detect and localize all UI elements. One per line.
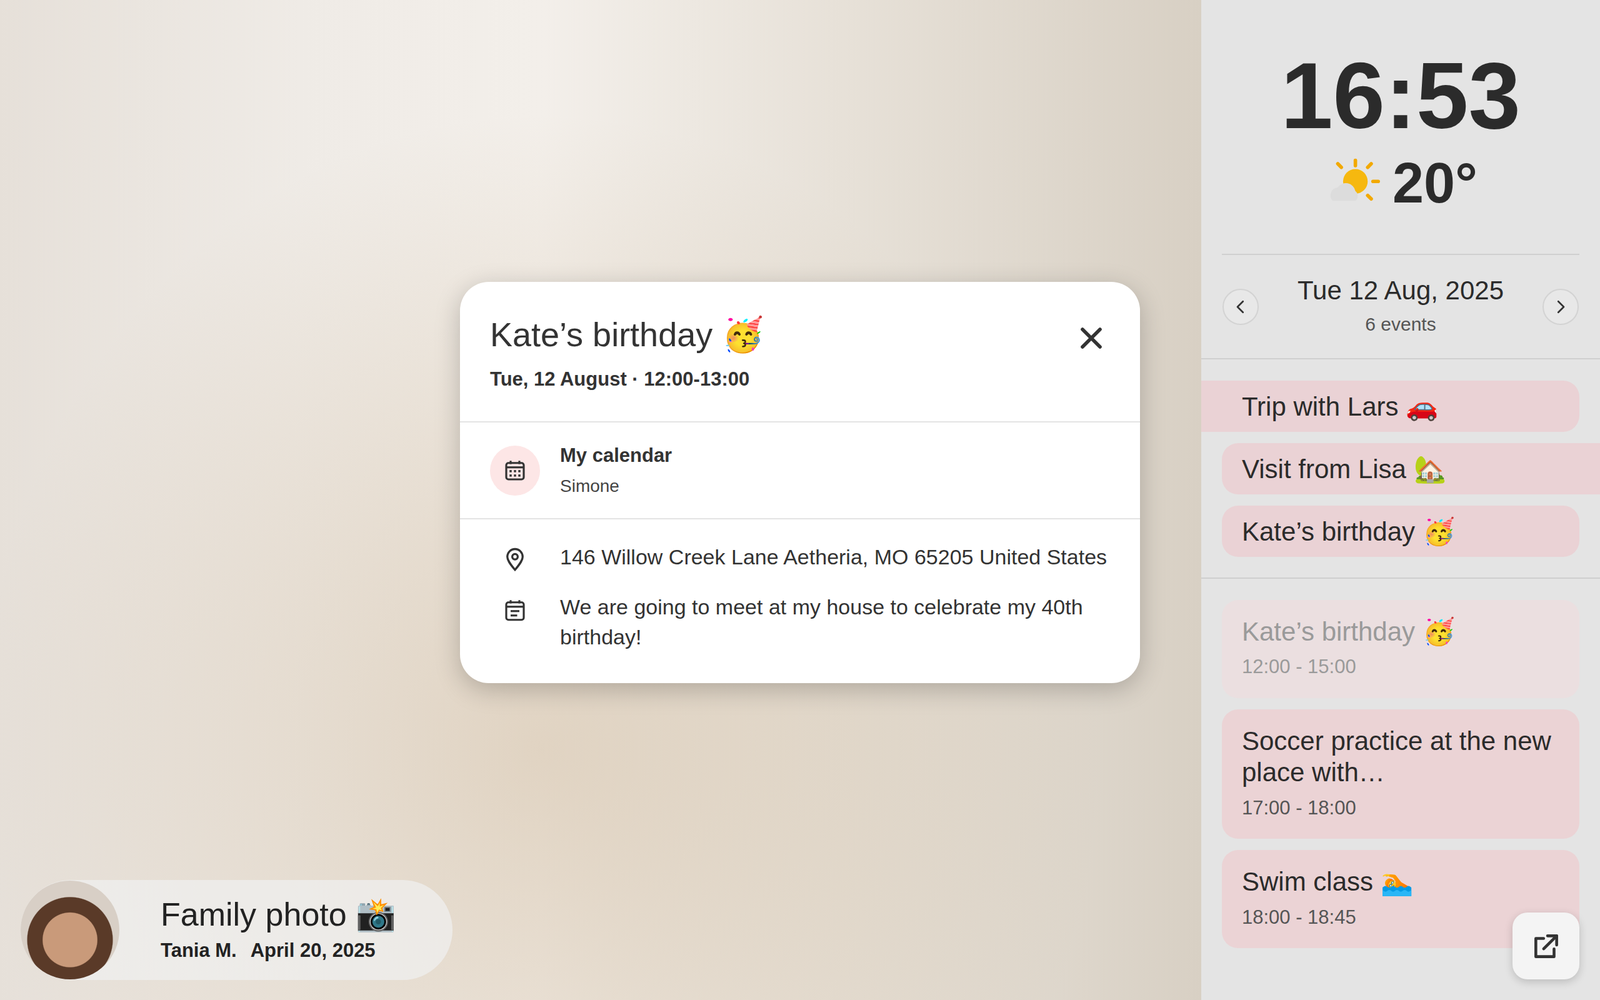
chevron-right-icon: [1551, 297, 1570, 317]
event-description: We are going to meet at my house to cele…: [560, 591, 1110, 653]
open-external-button[interactable]: [1512, 912, 1580, 980]
photo-meta: Tania M. April 20, 2025: [160, 936, 397, 966]
caption-text: Family photo 📸Tania M. April 20, 2025: [160, 895, 397, 966]
photo-author: Tania M.: [160, 936, 237, 966]
event-title: Trip with Lars 🚗: [1241, 386, 1439, 427]
calendar-icon-badge: [490, 445, 540, 496]
external-link-icon: [1530, 930, 1562, 962]
previous-day-button[interactable]: [1222, 288, 1259, 325]
sun-cloud-icon: [1323, 155, 1380, 212]
temperature: 20°: [1392, 155, 1478, 212]
event-time: 12:00 - 15:00: [1241, 652, 1560, 682]
popup-header: Kate’s birthday 🥳 Tue, 12 August · 12:00-…: [460, 281, 1140, 422]
close-icon: [1076, 323, 1107, 354]
location-pin-icon: [501, 546, 529, 574]
clock-widget: 16:53 20°: [1221, 0, 1580, 255]
timed-events: Kate’s birthday 🥳 12:00 - 15:00 Soccer pra…: [1201, 578, 1600, 970]
popup-title: Kate’s birthday 🥳: [490, 314, 764, 355]
notes-icon: [501, 596, 529, 624]
all-day-events: Trip with Lars 🚗 Visit from Lisa 🏡 Kate’s …: [1201, 359, 1600, 579]
popup-time: Tue, 12 August · 12:00-13:00: [490, 365, 764, 395]
close-button[interactable]: [1072, 319, 1110, 357]
event-card[interactable]: Kate’s birthday 🥳 12:00 - 15:00: [1221, 600, 1580, 699]
location-icon-slot: [490, 541, 540, 574]
event-popup: Kate’s birthday 🥳 Tue, 12 August · 12:00-…: [460, 281, 1140, 684]
photo-caption: Family photo 📸Tania M. April 20, 2025: [20, 880, 453, 980]
day-date: Tue 12 Aug, 2025: [1297, 275, 1504, 307]
calendar-owner: Simone: [560, 473, 672, 500]
author-avatar: [20, 880, 120, 980]
all-day-event[interactable]: Trip with Lars 🚗: [1201, 380, 1580, 432]
next-day-button[interactable]: [1542, 288, 1579, 325]
event-location: 146 Willow Creek Lane Aetheria, MO 65205…: [560, 541, 1107, 572]
calendar-name: My calendar: [560, 441, 672, 471]
photo-date: April 20, 2025: [250, 936, 376, 966]
event-time: 18:00 - 18:45: [1241, 903, 1560, 933]
calendar-info: My calendarSimone: [560, 441, 672, 500]
location-row: 146 Willow Creek Lane Aetheria, MO 65205…: [490, 541, 1110, 574]
event-title: Visit from Lisa 🏡: [1241, 449, 1447, 489]
event-count: 6 events: [1297, 310, 1504, 339]
calendar-icon: [501, 457, 529, 484]
description-row: We are going to meet at my house to cele…: [490, 591, 1110, 653]
popup-heading: Kate’s birthday 🥳 Tue, 12 August · 12:00-…: [490, 314, 764, 394]
notes-icon-slot: [490, 591, 540, 624]
event-title: Kate’s birthday 🥳: [1241, 511, 1455, 552]
event-card[interactable]: Soccer practice at the new place with… 17…: [1221, 709, 1580, 839]
day-heading: Tue 12 Aug, 2025 6 events: [1297, 275, 1504, 339]
event-time: 17:00 - 18:00: [1241, 793, 1560, 824]
chevron-left-icon: [1231, 297, 1250, 317]
event-details: 146 Willow Creek Lane Aetheria, MO 65205…: [460, 518, 1140, 684]
all-day-event[interactable]: Visit from Lisa 🏡: [1221, 443, 1600, 495]
calendar-row: My calendarSimone: [460, 421, 1140, 519]
event-title: Kate’s birthday 🥳: [1241, 616, 1560, 648]
event-title: Soccer practice at the new place with…: [1241, 725, 1560, 789]
all-day-event[interactable]: Kate’s birthday 🥳: [1221, 505, 1580, 557]
weather: 20°: [1323, 155, 1478, 212]
photo-title: Family photo 📸: [160, 895, 397, 934]
agenda-panel: 16:53 20° Tue 12 Aug, 2025 6 events Trip wit…: [1201, 0, 1600, 1000]
event-title: Swim class 🏊: [1241, 866, 1560, 898]
clock-time: 16:53: [1280, 48, 1521, 143]
day-navigator: Tue 12 Aug, 2025 6 events: [1201, 255, 1600, 360]
